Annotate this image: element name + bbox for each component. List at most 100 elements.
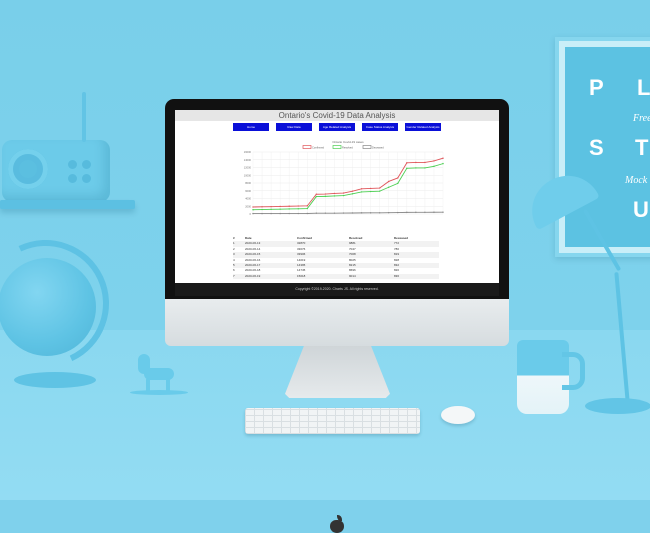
data-point xyxy=(288,205,290,207)
data-point xyxy=(433,211,435,213)
data-point xyxy=(424,211,426,213)
data-point xyxy=(406,167,408,169)
nav-gender-analysis-button[interactable]: Gender Related Analysis xyxy=(405,123,441,131)
series-line xyxy=(252,163,444,211)
data-point xyxy=(315,195,318,198)
data-point xyxy=(306,212,308,215)
data-point xyxy=(270,205,272,208)
data-point xyxy=(433,165,435,168)
y-tick-label: 6000 xyxy=(245,189,251,193)
imac-bezel: Ontario's Covid-19 Data Analysis Home Ra… xyxy=(165,99,509,299)
data-point xyxy=(369,190,372,193)
line-chart: Ontario Covid-19 cases Confirmed Resolved D… xyxy=(231,138,451,230)
data-point xyxy=(378,190,381,192)
table-row: 7 2020-06-19 15018 9014 836 xyxy=(233,273,439,280)
imac-chin xyxy=(165,299,509,533)
typography-poster: P L Free S T Mock U xyxy=(555,37,650,257)
nav-raw-data-button[interactable]: Raw Data xyxy=(276,123,312,131)
y-tick-label: 12000 xyxy=(244,166,252,170)
data-point xyxy=(388,180,390,183)
data-point xyxy=(360,188,363,190)
data-point xyxy=(351,193,354,195)
table-cell: 836 xyxy=(394,273,400,278)
legend-swatch xyxy=(362,145,372,149)
data-point xyxy=(297,205,299,207)
data-point xyxy=(369,187,372,190)
series-line xyxy=(252,157,444,208)
footer: Copyright ©2019-2020. Charts JS. All rig… xyxy=(175,283,499,296)
data-point xyxy=(342,192,345,194)
y-tick-label: 10000 xyxy=(244,173,252,177)
chart-title: Ontario Covid-19 cases xyxy=(332,140,364,144)
data-table: # Date Confirmed Resolved Deceased 1 2020… xyxy=(233,236,439,280)
data-point xyxy=(397,182,399,185)
data-point xyxy=(324,193,327,195)
data-point xyxy=(261,206,263,208)
data-point xyxy=(406,162,408,164)
data-point xyxy=(351,212,354,214)
data-point xyxy=(333,195,336,197)
data-point xyxy=(424,161,426,164)
data-point xyxy=(406,211,408,214)
rocking-horse-decor xyxy=(130,352,188,400)
y-tick-label: 2000 xyxy=(245,204,251,208)
legend-label: Resolved xyxy=(342,145,353,149)
data-point xyxy=(288,212,290,215)
data-point xyxy=(252,206,254,208)
data-point xyxy=(297,208,299,210)
data-point xyxy=(397,177,399,179)
data-point xyxy=(306,205,308,207)
y-tick-label: 14000 xyxy=(244,158,252,162)
data-point xyxy=(378,212,381,214)
radio-decor xyxy=(2,92,110,202)
line-chart-svg: Ontario Covid-19 cases Confirmed Resolved D… xyxy=(244,140,444,216)
data-point xyxy=(360,191,363,193)
data-point xyxy=(415,161,417,164)
data-point xyxy=(360,212,363,214)
desk-lamp-base xyxy=(585,398,650,414)
apple-logo-icon xyxy=(329,515,345,533)
table-cell: 2020-06-19 xyxy=(245,273,261,278)
data-point xyxy=(442,157,444,159)
data-point xyxy=(288,208,290,210)
data-point xyxy=(252,212,254,215)
keyboard xyxy=(245,408,420,434)
data-point xyxy=(397,211,399,214)
y-tick-label: 16000 xyxy=(244,150,252,154)
nav-age-analysis-button[interactable]: Age Related Analysis xyxy=(319,123,355,131)
data-point xyxy=(279,212,281,215)
legend-label: Deceased xyxy=(372,145,384,149)
data-point xyxy=(333,212,336,214)
data-point xyxy=(388,211,390,214)
imac-screen: Ontario's Covid-19 Data Analysis Home Ra… xyxy=(175,110,499,296)
data-point xyxy=(388,186,390,188)
data-point xyxy=(324,195,327,198)
data-point xyxy=(252,209,254,211)
data-point xyxy=(261,212,263,215)
table-cell: 7 xyxy=(233,273,235,278)
data-point xyxy=(261,208,263,211)
data-point xyxy=(342,194,345,197)
legend-swatch xyxy=(332,145,342,149)
data-point xyxy=(279,205,281,208)
globe-base xyxy=(14,372,96,388)
data-point xyxy=(424,167,426,169)
data-point xyxy=(333,192,336,195)
data-point xyxy=(369,212,372,214)
imac: Ontario's Covid-19 Data Analysis Home Ra… xyxy=(165,99,509,533)
nav-case-status-button[interactable]: Case Status Analysis xyxy=(362,123,398,131)
data-point xyxy=(306,207,308,210)
y-tick-label: 4000 xyxy=(245,197,251,201)
legend-label: Confirmed xyxy=(312,145,325,149)
nav-home-button[interactable]: Home xyxy=(233,123,269,131)
data-point xyxy=(270,208,272,211)
series-line xyxy=(253,211,444,215)
nav-bar: Home Raw Data Age Related Analysis Case … xyxy=(175,121,499,131)
data-point xyxy=(315,193,318,195)
data-point xyxy=(324,212,327,214)
data-point xyxy=(342,212,345,214)
data-point xyxy=(433,160,435,162)
table-cell: 9014 xyxy=(349,273,356,278)
y-tick-label: 0 xyxy=(250,212,252,216)
data-point xyxy=(378,187,381,189)
